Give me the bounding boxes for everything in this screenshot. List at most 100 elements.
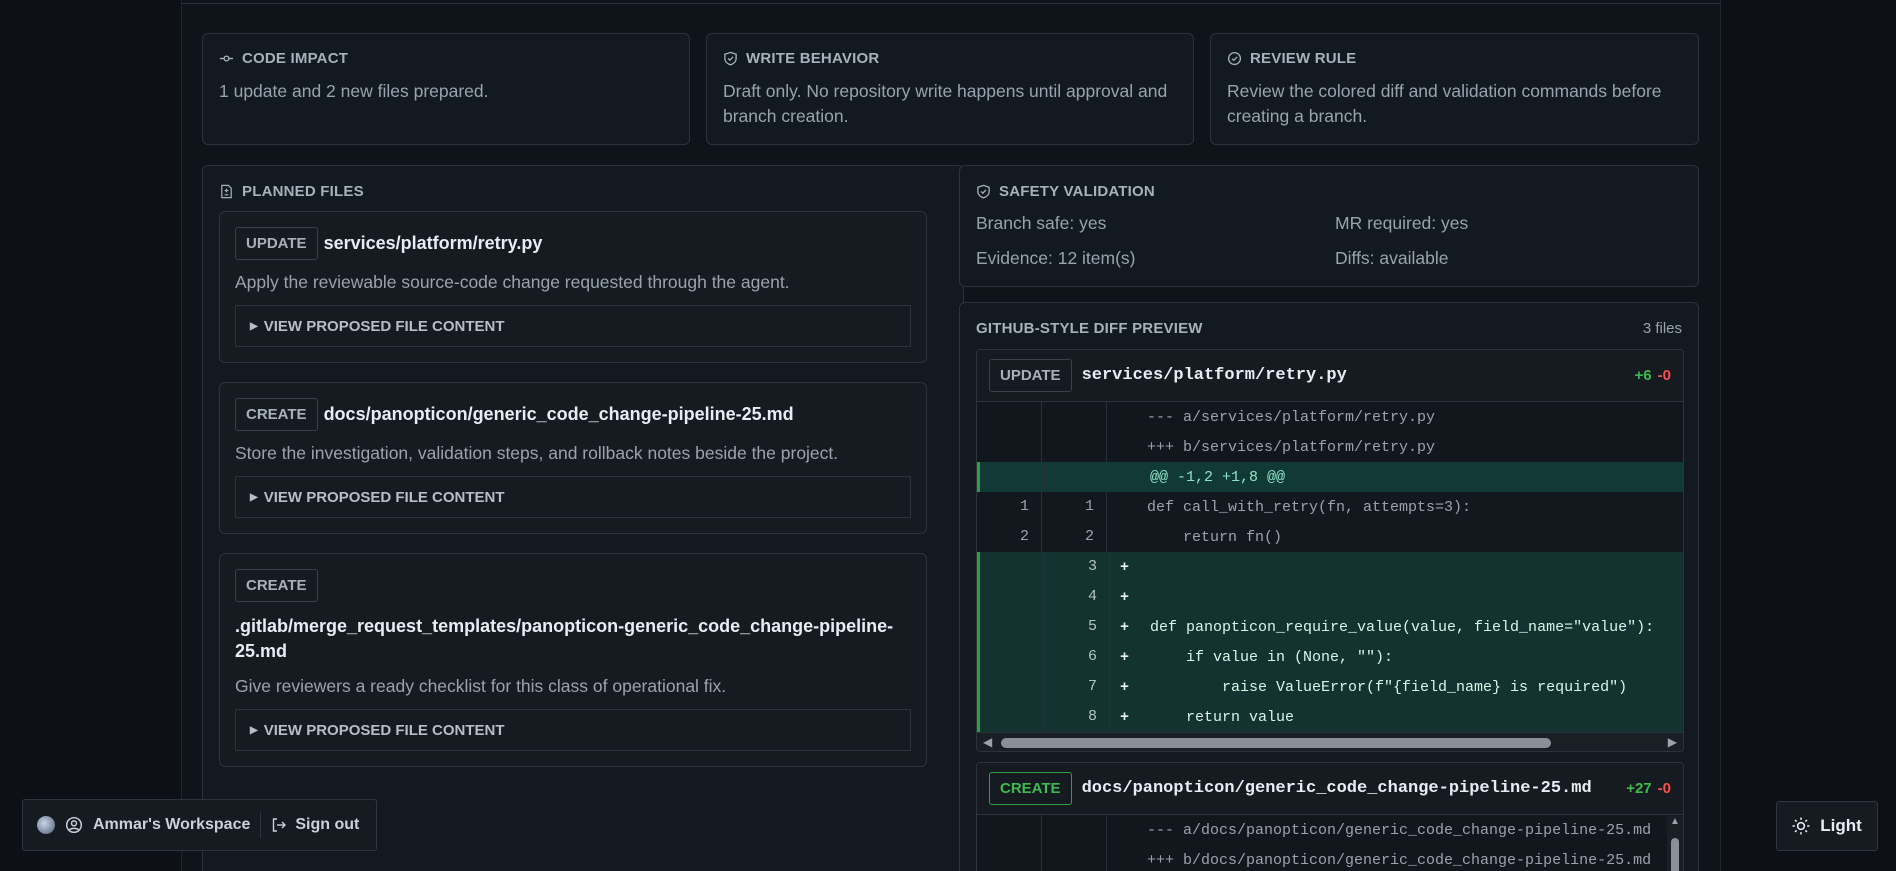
diffs-status: Diffs: available <box>1335 248 1449 268</box>
evidence-count: Evidence: 12 item(s) <box>976 248 1136 268</box>
mr-required: MR required: yes <box>1335 213 1469 233</box>
scrollbar-thumb[interactable] <box>1671 838 1679 871</box>
diff-code: raise ValueError(f"{field_name} is requi… <box>1150 678 1628 696</box>
old-line-number <box>980 462 1045 492</box>
old-line-number <box>977 815 1042 845</box>
additions-count: +6 <box>1634 367 1652 384</box>
triangle-right-icon: ▶ <box>250 724 258 736</box>
deletions-count: -0 <box>1657 780 1671 797</box>
new-line-number: 4 <box>1045 582 1110 612</box>
scroll-right-icon[interactable]: ▶ <box>1668 735 1677 749</box>
view-content-toggle[interactable]: ▶ VIEW PROPOSED FILE CONTENT <box>235 709 911 751</box>
theme-toggle-button[interactable]: Light <box>1776 801 1878 851</box>
new-line-number: 1 <box>1042 492 1107 522</box>
scroll-up-icon[interactable]: ▲ <box>1670 816 1680 827</box>
diff-line: 3 + <box>977 552 1683 582</box>
new-line-number <box>1042 402 1107 432</box>
diff-sign: + <box>1120 678 1130 696</box>
triangle-right-icon: ▶ <box>250 320 258 332</box>
diff-line: 22 return fn() <box>977 522 1683 552</box>
diff-file: UPDATE services/platform/retry.py +6 -0 … <box>976 349 1684 752</box>
scrollbar-thumb[interactable] <box>1001 738 1551 748</box>
old-line-number <box>977 402 1042 432</box>
diff-code: def call_with_retry(fn, attempts=3): <box>1147 498 1472 516</box>
diff-line: +++ b/services/platform/retry.py <box>977 432 1683 462</box>
review-rule-card: REVIEW RULE Review the colored diff and … <box>1210 33 1699 145</box>
planned-files-panel: PLANNED FILES UPDATE services/platform/r… <box>202 165 964 871</box>
diff-sign: + <box>1120 588 1130 606</box>
workspace-bar: Ammar's Workspace Sign out <box>22 799 377 851</box>
divider <box>260 812 262 838</box>
diff-file-count: 3 files <box>1642 320 1682 337</box>
old-line-number <box>980 702 1045 732</box>
diff-code: return fn() <box>1147 528 1283 546</box>
workspace-name[interactable]: Ammar's Workspace <box>93 816 250 834</box>
code-impact-text: 1 update and 2 new files prepared. <box>219 81 489 101</box>
diff-line: 1 1 def call_with_retry(fn, attempts=3): <box>977 492 1683 522</box>
avatar[interactable] <box>37 816 55 834</box>
planned-file-item: UPDATE services/platform/retry.py Apply … <box>219 211 927 363</box>
check-circle-icon <box>1227 51 1242 66</box>
diff-sign: + <box>1120 648 1130 666</box>
safety-validation-card: SAFETY VALIDATION Branch safe: yes MR re… <box>959 165 1699 287</box>
branch-safe: Branch safe: yes <box>976 213 1107 233</box>
horizontal-scrollbar[interactable]: ◀ ▶ <box>977 732 1683 751</box>
shield-icon <box>977 184 990 199</box>
diff-line: 7 + raise ValueError(f"{field_name} is re… <box>977 672 1683 702</box>
file-path: docs/panopticon/generic_code_change-pipe… <box>323 404 794 424</box>
review-rule-title: REVIEW RULE <box>1250 50 1357 67</box>
view-content-toggle[interactable]: ▶ VIEW PROPOSED FILE CONTENT <box>235 305 911 347</box>
diff-sign: + <box>1120 708 1130 726</box>
action-badge: CREATE <box>235 569 318 602</box>
new-line-number <box>1042 815 1107 845</box>
sun-icon <box>1792 817 1810 835</box>
file-description: Apply the reviewable source-code change … <box>235 272 790 292</box>
new-line-number: 2 <box>1042 522 1107 552</box>
diff-code: --- a/docs/panopticon/generic_code_chang… <box>1147 821 1652 839</box>
scroll-left-icon[interactable]: ◀ <box>983 735 992 749</box>
new-line-number <box>1045 462 1110 492</box>
diff-code: if value in (None, ""): <box>1150 648 1394 666</box>
diff-line: +++ b/docs/panopticon/generic_code_chang… <box>977 845 1683 871</box>
deletions-count: -0 <box>1657 367 1671 384</box>
sign-out-button[interactable]: Sign out <box>271 816 359 834</box>
action-badge: CREATE <box>989 772 1072 805</box>
diff-code: +++ b/services/platform/retry.py <box>1147 438 1436 456</box>
diff-preview-panel: GITHUB-STYLE DIFF PREVIEW 3 files UPDATE… <box>959 302 1699 871</box>
triangle-right-icon: ▶ <box>250 491 258 503</box>
sign-out-icon <box>273 818 287 832</box>
view-content-toggle[interactable]: ▶ VIEW PROPOSED FILE CONTENT <box>235 476 911 518</box>
review-rule-text: Review the colored diff and validation c… <box>1227 81 1662 126</box>
file-description: Give reviewers a ready checklist for thi… <box>235 676 727 696</box>
main-panel: CODE IMPACT 1 update and 2 new files pre… <box>181 0 1721 871</box>
diff-sign: + <box>1120 618 1130 636</box>
diff-code: @@ -1,2 +1,8 @@ <box>1150 468 1286 486</box>
old-line-number <box>980 582 1045 612</box>
diff-line: --- a/docs/panopticon/generic_code_chang… <box>977 815 1683 845</box>
new-line-number <box>1042 432 1107 462</box>
old-line-number <box>977 432 1042 462</box>
diff-line: 8 + return value <box>977 702 1683 732</box>
diff-line: @@ -1,2 +1,8 @@ <box>977 462 1683 492</box>
diff-code: return value <box>1150 708 1295 726</box>
write-behavior-title: WRITE BEHAVIOR <box>746 50 880 67</box>
new-line-number: 8 <box>1045 702 1110 732</box>
new-line-number: 3 <box>1045 552 1110 582</box>
diff-line: 4 + <box>977 582 1683 612</box>
planned-files-title: PLANNED FILES <box>242 183 364 200</box>
old-line-number <box>980 612 1045 642</box>
write-behavior-card: WRITE BEHAVIOR Draft only. No repository… <box>706 33 1194 145</box>
diff-code: def panopticon_require_value(value, fiel… <box>1150 618 1655 636</box>
diff-file-path: docs/panopticon/generic_code_change-pipe… <box>1081 779 1592 798</box>
write-behavior-text: Draft only. No repository write happens … <box>723 81 1168 126</box>
diff-body: --- a/services/platform/retry.py +++ b/se… <box>977 402 1683 732</box>
additions-count: +27 <box>1626 780 1652 797</box>
diff-file: CREATE docs/panopticon/generic_code_chan… <box>976 762 1684 871</box>
vertical-scrollbar[interactable]: ▲ <box>1667 816 1683 871</box>
file-path: .gitlab/merge_request_templates/panoptic… <box>235 616 894 661</box>
planned-file-item: CREATE .gitlab/merge_request_templates/p… <box>219 553 927 767</box>
old-line-number <box>977 845 1042 871</box>
diff-sign: + <box>1120 558 1130 576</box>
code-impact-card: CODE IMPACT 1 update and 2 new files pre… <box>202 33 690 145</box>
code-impact-title: CODE IMPACT <box>242 50 349 67</box>
